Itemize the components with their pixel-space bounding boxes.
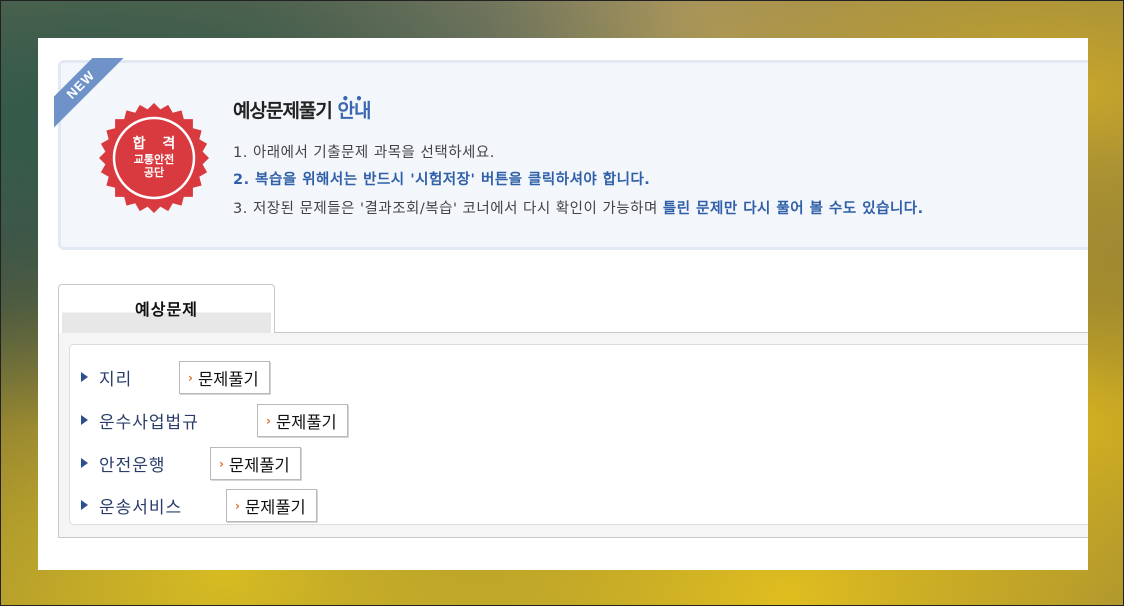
triangle-bullet-icon: [81, 458, 88, 468]
chevron-right-icon: ›: [235, 498, 240, 513]
subject-name: 안전운행: [99, 455, 166, 476]
guide-line-3-highlight: 틀린 문제만 다시 풀어 볼 수도 있습니다.: [662, 201, 924, 217]
guide-line-3: 3. 저장된 문제들은 '결과조회/복습' 코너에서 다시 확인이 가능하며 틀…: [233, 197, 924, 218]
guide-title: 예상문제풀기 •• 안내: [233, 92, 371, 123]
guide-box: [58, 60, 1088, 250]
solve-button-transport-law[interactable]: › 문제풀기: [257, 404, 348, 437]
subject-name: 지리: [99, 369, 133, 390]
chevron-right-icon: ›: [188, 370, 193, 385]
triangle-bullet-icon: [81, 500, 88, 510]
tab-expected-questions[interactable]: 예상문제: [58, 284, 275, 333]
subject-name: 운수사업법규: [99, 412, 199, 433]
subject-list: 지리 › 문제풀기 운수사업법규 › 문제풀기 안전운행 › 문제풀기 운송서비…: [69, 344, 1088, 525]
list-item: 안전운행: [81, 447, 166, 479]
chevron-right-icon: ›: [266, 413, 271, 428]
solve-button-geography[interactable]: › 문제풀기: [179, 361, 270, 394]
seal-line-3: 공단: [143, 166, 165, 180]
seal-line-1: 합 격: [132, 136, 182, 153]
subject-name: 운송서비스: [99, 497, 183, 518]
tab-label: 예상문제: [135, 300, 198, 319]
pass-seal-badge: 합 격 교통안전 공단: [98, 102, 210, 214]
guide-title-main: 예상문제풀기: [233, 100, 333, 122]
seal-line-2: 교통안전: [133, 153, 175, 167]
solve-button-safe-driving[interactable]: › 문제풀기: [210, 447, 301, 480]
main-panel: NEW 합 격 교통안전 공단 예상문제풀기 •• 안내 1. 아래에서 기출문제…: [38, 38, 1088, 570]
guide-line-2: 2. 복습을 위해서는 반드시 '시험저장' 버튼을 클릭하셔야 합니다.: [233, 172, 651, 188]
triangle-bullet-icon: [81, 415, 88, 425]
triangle-bullet-icon: [81, 372, 88, 382]
chevron-right-icon: ›: [219, 456, 224, 471]
list-item: 운송서비스: [81, 489, 182, 521]
list-item: 지리: [81, 361, 132, 393]
guide-line-3-text: 3. 저장된 문제들은 '결과조회/복습' 코너에서 다시 확인이 가능하며: [233, 201, 663, 217]
list-item: 운수사업법규: [81, 404, 199, 436]
subject-list-frame: 지리 › 문제풀기 운수사업법규 › 문제풀기 안전운행 › 문제풀기 운송서비…: [58, 332, 1088, 538]
guide-line-1: 1. 아래에서 기출문제 과목을 선택하세요.: [233, 145, 495, 161]
dots-decoration: ••: [341, 92, 369, 106]
solve-button-transport-service[interactable]: › 문제풀기: [226, 489, 317, 522]
